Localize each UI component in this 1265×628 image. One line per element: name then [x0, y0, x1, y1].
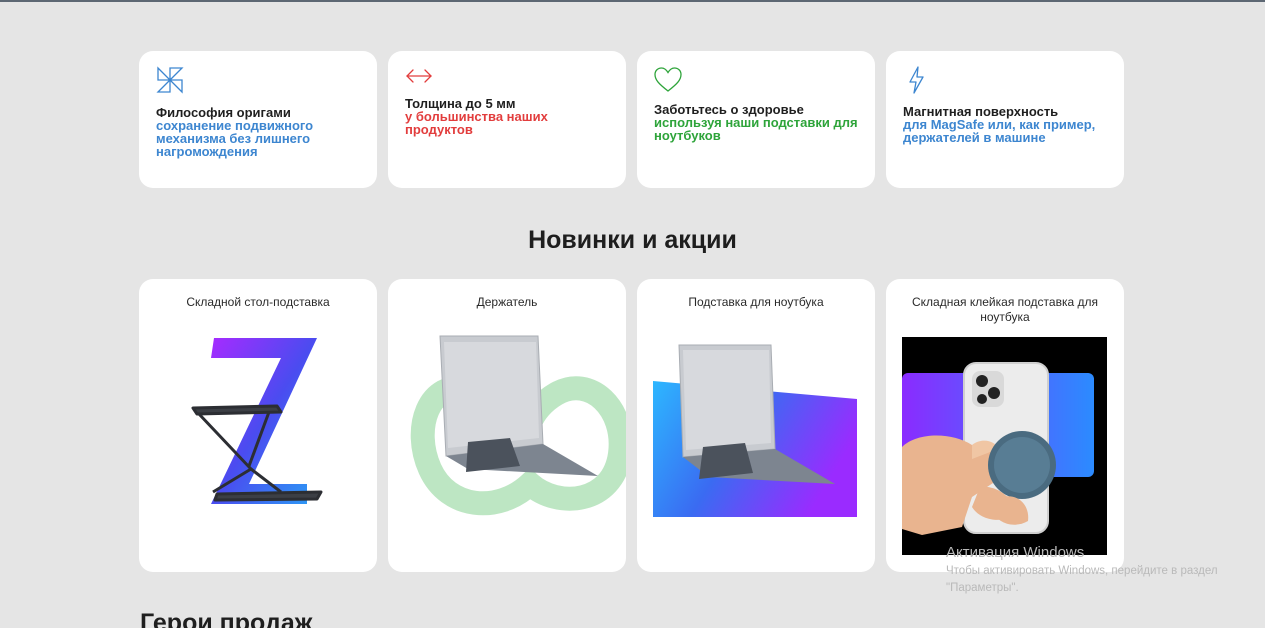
feature-card-health: Заботьтесь о здоровье используя наши под…	[637, 51, 875, 188]
feature-card-origami: Философия оригами сохранение подвижного …	[139, 51, 377, 188]
product-image	[410, 335, 626, 516]
product-card[interactable]: Подставка для ноутбука	[637, 279, 875, 572]
top-border	[0, 0, 1265, 2]
watermark-text: Чтобы активировать Windows, перейдите в …	[946, 565, 1218, 594]
heart-icon	[654, 67, 682, 92]
section-title-bestsellers: Герои продаж	[140, 609, 313, 628]
product-image	[902, 337, 1107, 555]
features-row: Философия оригами сохранение подвижного …	[139, 51, 1124, 188]
section-title: Новинки и акции	[528, 226, 737, 254]
product-card[interactable]: Держатель	[388, 279, 626, 572]
feature-desc: используя наши подставки для ноутбуков	[654, 115, 858, 143]
product-card[interactable]: Складная клейкая подставка для ноутбука	[886, 279, 1124, 572]
product-name: Держатель	[476, 295, 538, 309]
product-name: Подставка для ноутбука	[688, 295, 824, 309]
windows-activation-watermark: Активация Windows Чтобы активировать Win…	[946, 543, 1246, 597]
product-card[interactable]: Складной стол-подставка	[139, 279, 377, 572]
lightning-icon	[909, 66, 924, 94]
feature-card-magnetic: Магнитная поверхность для MagSafe или, к…	[886, 51, 1124, 188]
pinwheel-icon	[156, 66, 184, 94]
feature-card-thickness: Толщина до 5 мм у большинства наших прод…	[388, 51, 626, 188]
arrows-horizontal-icon	[406, 69, 432, 83]
feature-desc: сохранение подвижного механизма без лишн…	[156, 118, 314, 159]
product-name: Складная клейкая подставка для ноутбука	[912, 295, 1098, 324]
product-name: Складной стол-подставка	[186, 295, 330, 309]
watermark-title: Активация Windows	[946, 544, 1085, 561]
products-row: Складной стол-подставка Держатель Подста…	[139, 279, 1124, 572]
feature-desc: у большинства наших продуктов	[405, 109, 548, 137]
feature-desc: для MagSafe или, как пример, держателей …	[903, 117, 1096, 145]
product-image	[191, 338, 323, 504]
product-image	[653, 344, 857, 517]
